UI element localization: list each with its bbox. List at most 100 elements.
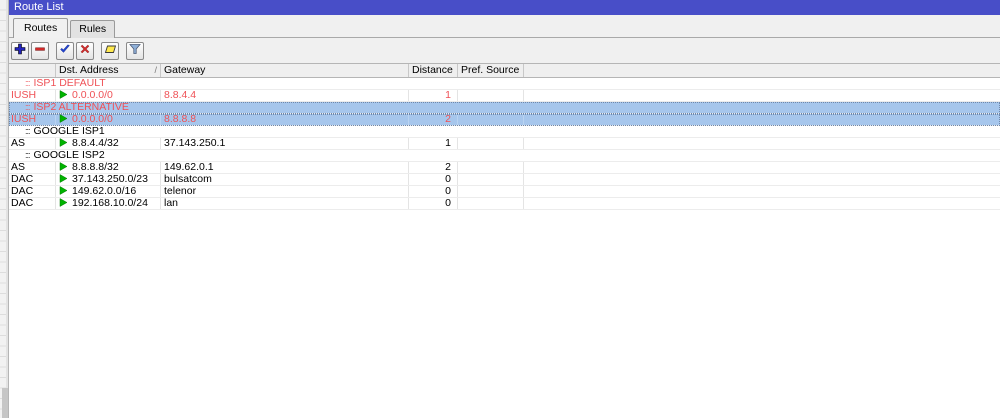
dst-address-cell: 0.0.0.0/0 bbox=[56, 90, 161, 101]
filler-cell bbox=[524, 114, 1000, 125]
gateway-cell: 8.8.4.4 bbox=[161, 90, 409, 101]
comment-text: GOOGLE ISP2 bbox=[33, 149, 105, 161]
column-header-pref-source[interactable]: Pref. Source bbox=[458, 64, 524, 77]
flags-cell: AS bbox=[9, 138, 56, 149]
tab-bar: Routes Rules bbox=[9, 15, 1000, 38]
check-icon bbox=[59, 42, 71, 60]
dst-address-value: 37.143.250.0/23 bbox=[72, 174, 148, 185]
route-arrow-icon bbox=[59, 90, 68, 101]
cross-icon bbox=[79, 42, 91, 60]
comment-row[interactable]: ::: ISP2 ALTERNATIVE bbox=[9, 102, 1000, 114]
dst-address-cell: 37.143.250.0/23 bbox=[56, 174, 161, 185]
filler-cell bbox=[524, 186, 1000, 197]
gateway-cell: bulsatcom bbox=[161, 174, 409, 185]
column-header-dst-label: Dst. Address bbox=[59, 64, 119, 76]
route-table: Dst. Address / Gateway Distance Pref. So… bbox=[9, 63, 1000, 418]
comment-button[interactable] bbox=[101, 41, 119, 60]
dst-address-cell: 0.0.0.0/0 bbox=[56, 114, 161, 125]
route-arrow-icon bbox=[59, 186, 68, 197]
table-header: Dst. Address / Gateway Distance Pref. So… bbox=[9, 63, 1000, 78]
flags-cell: IUSH bbox=[9, 114, 56, 125]
funnel-icon bbox=[129, 42, 141, 60]
tab-routes[interactable]: Routes bbox=[13, 18, 69, 38]
comment-row[interactable]: ::: GOOGLE ISP1 bbox=[9, 126, 1000, 138]
route-row[interactable]: AS 8.8.8.8/32 149.62.0.1 2 bbox=[9, 162, 1000, 174]
dst-address-cell: 149.62.0.0/16 bbox=[56, 186, 161, 197]
window-titlebar[interactable]: Route List bbox=[9, 0, 1000, 15]
flags-cell: DAC bbox=[9, 186, 56, 197]
distance-cell: 1 bbox=[409, 138, 458, 149]
comment-icon: ::: bbox=[25, 102, 30, 112]
comment-text: ISP2 ALTERNATIVE bbox=[33, 101, 129, 113]
pref-source-cell bbox=[458, 198, 524, 209]
distance-cell: 1 bbox=[409, 90, 458, 101]
route-arrow-icon bbox=[59, 162, 68, 173]
remove-button[interactable] bbox=[31, 41, 49, 60]
pref-source-cell bbox=[458, 138, 524, 149]
dst-address-value: 149.62.0.0/16 bbox=[72, 186, 137, 197]
dst-address-value: 192.168.10.0/24 bbox=[72, 198, 148, 209]
minus-icon bbox=[34, 42, 46, 60]
enable-button[interactable] bbox=[56, 41, 74, 60]
dst-address-cell: 8.8.8.8/32 bbox=[56, 162, 161, 173]
column-header-distance[interactable]: Distance bbox=[409, 64, 458, 77]
gateway-cell: 37.143.250.1 bbox=[161, 138, 409, 149]
dst-address-cell: 8.8.4.4/32 bbox=[56, 138, 161, 149]
note-icon bbox=[104, 42, 117, 60]
distance-cell: 0 bbox=[409, 186, 458, 197]
pref-source-cell bbox=[458, 186, 524, 197]
route-list-window: Route List Routes Rules Dst. Address / G… bbox=[8, 0, 1000, 418]
pref-source-cell bbox=[458, 162, 524, 173]
distance-cell: 0 bbox=[409, 174, 458, 185]
route-row[interactable]: IUSH 0.0.0.0/0 8.8.4.4 1 bbox=[9, 90, 1000, 102]
tab-rules[interactable]: Rules bbox=[70, 20, 116, 38]
comment-icon: ::: bbox=[25, 126, 30, 136]
route-row[interactable]: IUSH 0.0.0.0/0 8.8.8.8 2 bbox=[9, 114, 1000, 126]
pref-source-cell bbox=[458, 174, 524, 185]
route-row[interactable]: AS 8.8.4.4/32 37.143.250.1 1 bbox=[9, 138, 1000, 150]
window-title: Route List bbox=[14, 1, 64, 13]
gateway-cell: 149.62.0.1 bbox=[161, 162, 409, 173]
toolbar bbox=[9, 38, 1000, 63]
filler-cell bbox=[524, 90, 1000, 101]
disable-button[interactable] bbox=[76, 41, 94, 60]
dst-address-value: 0.0.0.0/0 bbox=[72, 114, 113, 125]
route-arrow-icon bbox=[59, 174, 68, 185]
distance-cell: 2 bbox=[409, 162, 458, 173]
dst-address-cell: 192.168.10.0/24 bbox=[56, 198, 161, 209]
filler-cell bbox=[524, 138, 1000, 149]
column-header-gateway[interactable]: Gateway bbox=[161, 64, 409, 77]
distance-cell: 2 bbox=[409, 114, 458, 125]
screen: Route List Routes Rules Dst. Address / G… bbox=[0, 0, 1000, 418]
table-rows: ::: ISP1 DEFAULT IUSH 0.0.0.0/0 8.8.4.4 1::: I… bbox=[9, 78, 1000, 418]
flags-cell: AS bbox=[9, 162, 56, 173]
column-header-flags[interactable] bbox=[9, 64, 56, 77]
comment-icon: ::: bbox=[25, 78, 30, 88]
gateway-cell: lan bbox=[161, 198, 409, 209]
filter-button[interactable] bbox=[126, 41, 144, 60]
column-header-dst-address[interactable]: Dst. Address / bbox=[56, 64, 161, 77]
route-row[interactable]: DAC 37.143.250.0/23 bulsatcom 0 bbox=[9, 174, 1000, 186]
pref-source-cell bbox=[458, 114, 524, 125]
filler-cell bbox=[524, 162, 1000, 173]
dst-address-value: 8.8.8.8/32 bbox=[72, 162, 119, 173]
add-button[interactable] bbox=[11, 41, 29, 60]
background-panel bbox=[0, 0, 8, 418]
flags-cell: DAC bbox=[9, 198, 56, 209]
comment-row[interactable]: ::: ISP1 DEFAULT bbox=[9, 78, 1000, 90]
sort-indicator-icon: / bbox=[154, 65, 157, 75]
flags-cell: IUSH bbox=[9, 90, 56, 101]
plus-icon bbox=[14, 42, 26, 60]
comment-row[interactable]: ::: GOOGLE ISP2 bbox=[9, 150, 1000, 162]
filler-cell bbox=[524, 198, 1000, 209]
comment-text: ISP1 DEFAULT bbox=[33, 77, 106, 89]
route-arrow-icon bbox=[59, 114, 68, 125]
comment-text: GOOGLE ISP1 bbox=[33, 125, 105, 137]
flags-cell: DAC bbox=[9, 174, 56, 185]
route-row[interactable]: DAC 192.168.10.0/24 lan 0 bbox=[9, 198, 1000, 210]
dst-address-value: 8.8.4.4/32 bbox=[72, 138, 119, 149]
gateway-cell: telenor bbox=[161, 186, 409, 197]
comment-icon: ::: bbox=[25, 150, 30, 160]
route-row[interactable]: DAC 149.62.0.0/16 telenor 0 bbox=[9, 186, 1000, 198]
column-header-filler bbox=[524, 64, 1000, 77]
